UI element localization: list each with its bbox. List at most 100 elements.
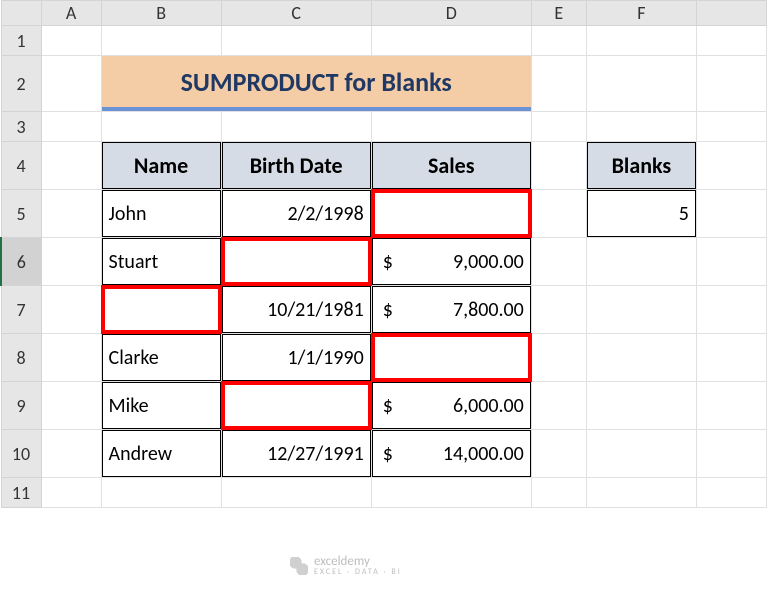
cell-C1[interactable] [221, 26, 371, 56]
cell-F3[interactable] [586, 112, 696, 142]
header-birth[interactable]: Birth Date [221, 142, 371, 190]
header-sales[interactable]: Sales [371, 142, 531, 190]
cell-G7[interactable] [696, 286, 766, 334]
column-header-row: A B C D E F [1, 1, 767, 26]
cell-G4[interactable] [696, 142, 766, 190]
col-header-A[interactable]: A [41, 1, 101, 26]
cell-E9[interactable] [531, 382, 586, 430]
cell-E8[interactable] [531, 334, 586, 382]
cell-A9[interactable] [41, 382, 101, 430]
cell-B1[interactable] [101, 26, 221, 56]
cell-F5[interactable]: 5 [586, 190, 696, 238]
row-header-7[interactable]: 7 [1, 286, 41, 334]
col-header-B[interactable]: B [101, 1, 221, 26]
cell-G5[interactable] [696, 190, 766, 238]
cell-D1[interactable] [371, 26, 531, 56]
row-header-11[interactable]: 11 [1, 478, 41, 508]
cell-F2[interactable] [586, 56, 696, 112]
header-name[interactable]: Name [101, 142, 221, 190]
cell-A11[interactable] [41, 478, 101, 508]
row-header-2[interactable]: 2 [1, 56, 41, 112]
cell-F10[interactable] [586, 430, 696, 478]
row-header-3[interactable]: 3 [1, 112, 41, 142]
cell-B11[interactable] [101, 478, 221, 508]
header-blanks[interactable]: Blanks [586, 142, 696, 190]
cell-F11[interactable] [586, 478, 696, 508]
cell-G10[interactable] [696, 430, 766, 478]
col-header-E[interactable]: E [531, 1, 586, 26]
cell-C7[interactable]: 10/21/1981 [221, 286, 371, 334]
col-header-F[interactable]: F [586, 1, 696, 26]
cell-E3[interactable] [531, 112, 586, 142]
cell-E10[interactable] [531, 430, 586, 478]
cell-G1[interactable] [696, 26, 766, 56]
row-header-5[interactable]: 5 [1, 190, 41, 238]
cell-F1[interactable] [586, 26, 696, 56]
cell-B10[interactable]: Andrew [101, 430, 221, 478]
cell-D9[interactable]: $6,000.00 [371, 382, 531, 430]
select-all-corner[interactable] [1, 1, 41, 26]
cell-C6[interactable] [221, 238, 371, 286]
cell-B3[interactable] [101, 112, 221, 142]
cell-E5[interactable] [531, 190, 586, 238]
cell-B6[interactable]: Stuart [101, 238, 221, 286]
cell-E7[interactable] [531, 286, 586, 334]
cell-E1[interactable] [531, 26, 586, 56]
cell-B9[interactable]: Mike [101, 382, 221, 430]
name-value [102, 286, 221, 333]
cell-G9[interactable] [696, 382, 766, 430]
cell-D5[interactable] [371, 190, 531, 238]
birth-value [222, 382, 371, 429]
cell-D6[interactable]: $9,000.00 [371, 238, 531, 286]
cell-G3[interactable] [696, 112, 766, 142]
cell-F8[interactable] [586, 334, 696, 382]
cell-A8[interactable] [41, 334, 101, 382]
cell-A3[interactable] [41, 112, 101, 142]
cell-F6[interactable] [586, 238, 696, 286]
cell-G6[interactable] [696, 238, 766, 286]
title-range[interactable]: SUMPRODUCT for Blanks [101, 56, 531, 112]
cell-D7[interactable]: $7,800.00 [371, 286, 531, 334]
cell-D3[interactable] [371, 112, 531, 142]
cell-E11[interactable] [531, 478, 586, 508]
cell-G11[interactable] [696, 478, 766, 508]
name-value: Clarke [102, 334, 221, 381]
row-header-10[interactable]: 10 [1, 430, 41, 478]
cell-A10[interactable] [41, 430, 101, 478]
cell-B5[interactable]: John [101, 190, 221, 238]
cell-A4[interactable] [41, 142, 101, 190]
cell-G2[interactable] [696, 56, 766, 112]
cell-C10[interactable]: 12/27/1991 [221, 430, 371, 478]
cell-E6[interactable] [531, 238, 586, 286]
birth-value: 1/1/1990 [222, 334, 371, 381]
cell-F7[interactable] [586, 286, 696, 334]
cell-A7[interactable] [41, 286, 101, 334]
sales-amount: 9,000.00 [453, 250, 524, 274]
cell-B7[interactable] [101, 286, 221, 334]
row-header-4[interactable]: 4 [1, 142, 41, 190]
sales-value [372, 334, 531, 381]
cell-A5[interactable] [41, 190, 101, 238]
row-header-1[interactable]: 1 [1, 26, 41, 56]
row-header-9[interactable]: 9 [1, 382, 41, 430]
cell-C3[interactable] [221, 112, 371, 142]
cell-A2[interactable] [41, 56, 101, 112]
cell-D8[interactable] [371, 334, 531, 382]
cell-E4[interactable] [531, 142, 586, 190]
cell-A6[interactable] [41, 238, 101, 286]
col-header-D[interactable]: D [371, 1, 531, 26]
cell-C5[interactable]: 2/2/1998 [221, 190, 371, 238]
cell-C11[interactable] [221, 478, 371, 508]
cell-F9[interactable] [586, 382, 696, 430]
cell-C9[interactable] [221, 382, 371, 430]
row-header-6[interactable]: 6 [1, 238, 41, 286]
cell-D11[interactable] [371, 478, 531, 508]
cell-B8[interactable]: Clarke [101, 334, 221, 382]
cell-G8[interactable] [696, 334, 766, 382]
cell-E2[interactable] [531, 56, 586, 112]
cell-D10[interactable]: $14,000.00 [371, 430, 531, 478]
cell-A1[interactable] [41, 26, 101, 56]
row-header-8[interactable]: 8 [1, 334, 41, 382]
cell-C8[interactable]: 1/1/1990 [221, 334, 371, 382]
col-header-C[interactable]: C [221, 1, 371, 26]
